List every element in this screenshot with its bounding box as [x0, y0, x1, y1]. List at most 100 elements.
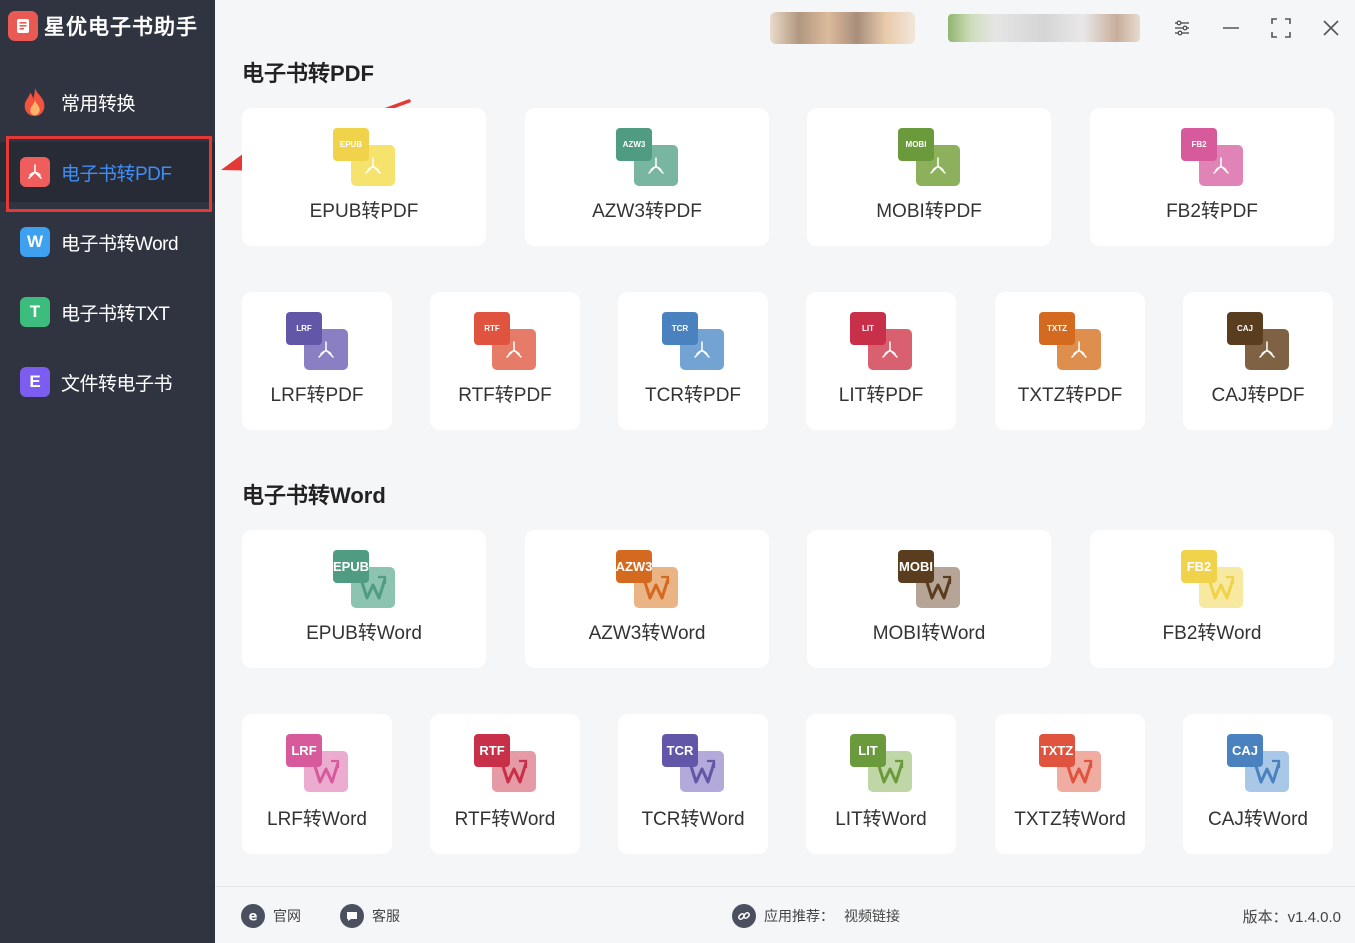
sidebar-item-label: 电子书转TXT [61, 303, 170, 325]
chat-icon [340, 904, 364, 928]
convert-card-fb2-word[interactable]: FB2 FB2转Word [1090, 530, 1334, 668]
card-label: TXTZ转Word [1014, 809, 1126, 830]
convert-card-rtf-pdf[interactable]: RTF RTF转PDF [430, 292, 580, 430]
pdf-file-icon: MOBI [898, 128, 960, 186]
card-label: CAJ转PDF [1211, 385, 1305, 406]
app-title-bar: 星优电子书助手 [8, 10, 198, 42]
sidebar-item-label: 常用转换 [61, 93, 136, 115]
convert-card-lrf-word[interactable]: LRF LRF转Word [242, 714, 392, 854]
source-format-badge: EPUB [333, 128, 369, 161]
browser-icon: e [241, 904, 265, 928]
convert-card-txtz-pdf[interactable]: TXTZ TXTZ转PDF [995, 292, 1145, 430]
source-format-badge: RTF [474, 734, 510, 767]
convert-card-fb2-pdf[interactable]: FB2 FB2转PDF [1090, 108, 1334, 246]
source-format-badge: LIT [850, 734, 886, 767]
convert-card-lit-word[interactable]: LIT LIT转Word [806, 714, 956, 854]
word-file-icon: TCR [662, 734, 724, 792]
txt-icon: T [20, 297, 50, 327]
version-label: 版本：v1.4.0.0 [1242, 909, 1341, 926]
source-format-badge: FB2 [1181, 128, 1217, 161]
source-format-badge: LRF [286, 734, 322, 767]
source-format-badge: TCR [662, 312, 698, 345]
convert-card-azw3-word[interactable]: AZW3 AZW3转Word [525, 530, 769, 668]
convert-card-epub-word[interactable]: EPUB EPUB转Word [242, 530, 486, 668]
card-label: EPUB转Word [306, 623, 422, 644]
convert-card-caj-pdf[interactable]: CAJ CAJ转PDF [1183, 292, 1333, 430]
minimize-icon[interactable] [1215, 12, 1247, 44]
card-label: MOBI转PDF [876, 201, 982, 222]
website-link[interactable]: e 官网 [241, 904, 301, 928]
convert-card-caj-word[interactable]: CAJ CAJ转Word [1183, 714, 1333, 854]
card-label: TCR转Word [641, 809, 745, 830]
source-format-badge: MOBI [898, 550, 934, 583]
sidebar-item-ebook-to-txt[interactable]: T 电子书转TXT [0, 282, 215, 342]
footer: e 官网 客服 应用推荐： 视频链接 版本：v1.4.0.0 [215, 886, 1355, 943]
card-label: TCR转PDF [644, 385, 742, 406]
convert-card-txtz-word[interactable]: TXTZ TXTZ转Word [995, 714, 1145, 854]
link-icon [732, 904, 756, 928]
sidebar-item-file-to-ebook[interactable]: E 文件转电子书 [0, 352, 215, 412]
source-format-badge: LRF [286, 312, 322, 345]
word-file-icon: RTF [474, 734, 536, 792]
settings-sliders-icon[interactable] [1166, 12, 1198, 44]
user-avatar-blurred[interactable] [770, 12, 915, 44]
card-label: RTF转Word [454, 809, 556, 830]
sidebar-item-label: 电子书转Word [61, 233, 179, 255]
sidebar-item-ebook-to-word[interactable]: W 电子书转Word [0, 212, 215, 272]
convert-card-epub-pdf[interactable]: EPUB EPUB转PDF [242, 108, 486, 246]
word-file-icon: TXTZ [1039, 734, 1101, 792]
source-format-badge: TXTZ [1039, 312, 1075, 345]
maximize-icon[interactable] [1265, 12, 1297, 44]
convert-card-tcr-pdf[interactable]: TCR TCR转PDF [618, 292, 768, 430]
video-link[interactable]: 视频链接 [844, 906, 900, 926]
pdf-icon [20, 157, 50, 187]
sidebar: 星优电子书助手 常用转换 电子书转PDF W 电子书转Word T 电子书转TX… [0, 0, 215, 943]
convert-card-rtf-word[interactable]: RTF RTF转Word [430, 714, 580, 854]
convert-card-lrf-pdf[interactable]: LRF LRF转PDF [242, 292, 392, 430]
source-format-badge: TCR [662, 734, 698, 767]
sidebar-item-common[interactable]: 常用转换 [0, 72, 215, 132]
word-file-icon: FB2 [1181, 550, 1243, 608]
pdf-file-icon: LRF [286, 312, 348, 370]
convert-card-mobi-word[interactable]: MOBI MOBI转Word [807, 530, 1051, 668]
app-logo-icon [8, 11, 38, 41]
flame-icon [20, 87, 50, 117]
recommend-area: 应用推荐： 视频链接 [732, 904, 900, 928]
word-file-icon: LRF [286, 734, 348, 792]
word-file-icon: CAJ [1227, 734, 1289, 792]
pdf-file-icon: FB2 [1181, 128, 1243, 186]
card-label: LRF转Word [267, 809, 367, 830]
card-label: TXTZ转PDF [1017, 385, 1123, 406]
support-link[interactable]: 客服 [340, 904, 400, 928]
source-format-badge: RTF [474, 312, 510, 345]
source-format-badge: AZW3 [616, 550, 652, 583]
source-format-badge: LIT [850, 312, 886, 345]
card-label: LRF转PDF [270, 385, 364, 406]
convert-card-lit-pdf[interactable]: LIT LIT转PDF [806, 292, 956, 430]
user-info-blurred[interactable] [948, 14, 1140, 42]
card-label: RTF转PDF [458, 385, 552, 406]
card-label: FB2转PDF [1166, 201, 1258, 222]
website-label: 官网 [273, 908, 301, 924]
word-file-icon: AZW3 [616, 550, 678, 608]
source-format-badge: TXTZ [1039, 734, 1075, 767]
close-icon[interactable] [1315, 12, 1347, 44]
word-icon: W [20, 227, 50, 257]
convert-card-azw3-pdf[interactable]: AZW3 AZW3转PDF [525, 108, 769, 246]
pdf-file-icon: RTF [474, 312, 536, 370]
pdf-file-icon: CAJ [1227, 312, 1289, 370]
pdf-file-icon: EPUB [333, 128, 395, 186]
card-label: CAJ转Word [1208, 809, 1308, 830]
convert-card-mobi-pdf[interactable]: MOBI MOBI转PDF [807, 108, 1051, 246]
pdf-file-icon: LIT [850, 312, 912, 370]
card-label: FB2转Word [1162, 623, 1262, 644]
sidebar-item-ebook-to-pdf[interactable]: 电子书转PDF [0, 142, 215, 202]
section-title-word: 电子书转Word [242, 483, 386, 508]
word-file-icon: MOBI [898, 550, 960, 608]
word-file-icon: LIT [850, 734, 912, 792]
card-label: EPUB转PDF [309, 201, 419, 222]
convert-card-tcr-word[interactable]: TCR TCR转Word [618, 714, 768, 854]
card-label: LIT转Word [835, 809, 927, 830]
word-file-icon: EPUB [333, 550, 395, 608]
recommend-label: 应用推荐： [764, 908, 834, 924]
